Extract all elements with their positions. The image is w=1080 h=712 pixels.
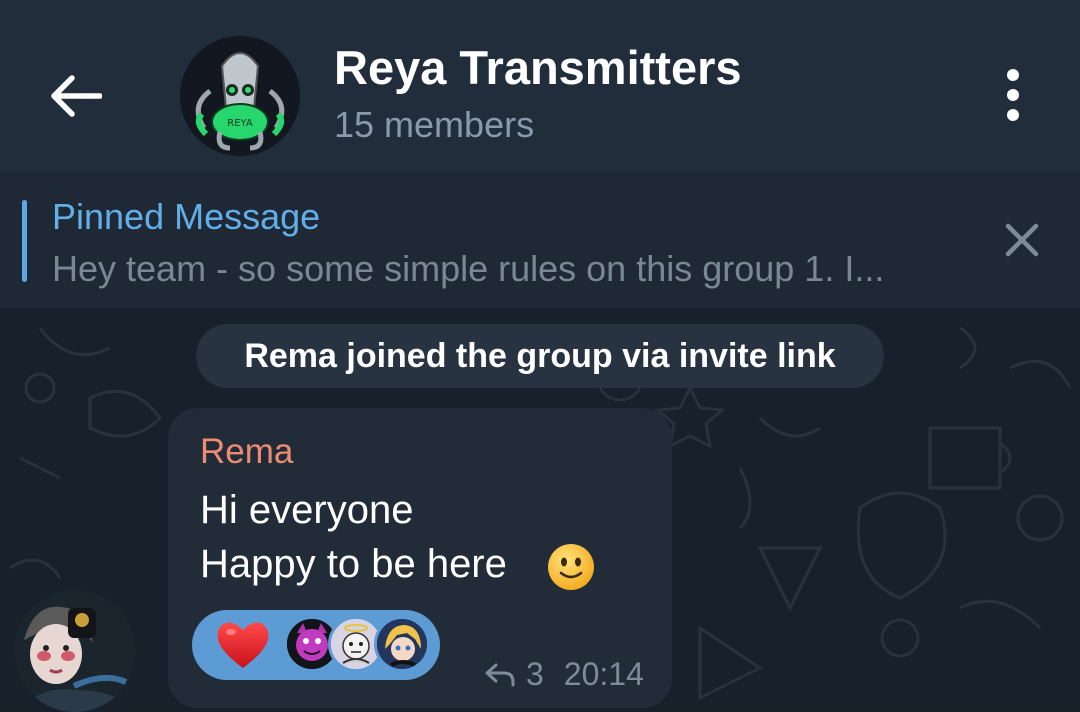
more-options-button[interactable] [988,62,1038,128]
sender-avatar-image [14,590,136,712]
reactor-avatar-image [377,619,427,669]
member-count: 15 members [334,104,535,145]
pinned-message-preview: Hey team - so some simple rules on this … [52,248,885,289]
slightly-smiling-face-icon [548,544,594,590]
close-icon [1005,223,1039,257]
close-pinned-button[interactable] [996,214,1048,266]
avatar-logo-text: REYA [227,118,253,129]
pinned-message-label: Pinned Message [52,196,321,237]
message-text-line-1: Hi everyone [200,488,414,532]
message-text-line-2: Happy to be here [200,542,507,586]
group-avatar[interactable]: REYA [180,36,300,156]
pinned-message-bar[interactable]: Pinned Message Hey team - so some simple… [0,172,1080,308]
sender-name[interactable]: Rema [200,432,293,472]
pinned-accent-bar [22,200,27,282]
service-message: Rema joined the group via invite link [196,324,884,388]
red-heart-icon[interactable] [214,616,272,674]
reactor-avatar-3[interactable] [374,616,430,672]
more-vertical-icon [1007,69,1019,121]
group-avatar-image: REYA [180,36,300,156]
chat-header: REYA Reya Transmitters 15 members [0,0,1080,172]
back-button[interactable] [44,64,108,128]
group-title[interactable]: Reya Transmitters [334,40,742,95]
reply-icon[interactable] [484,661,516,689]
reply-count[interactable]: 3 [526,656,544,693]
arrow-left-icon [51,75,102,117]
message-time: 20:14 [563,656,644,692]
message-meta: 3 20:14 [484,656,644,693]
sender-avatar[interactable] [14,590,136,712]
